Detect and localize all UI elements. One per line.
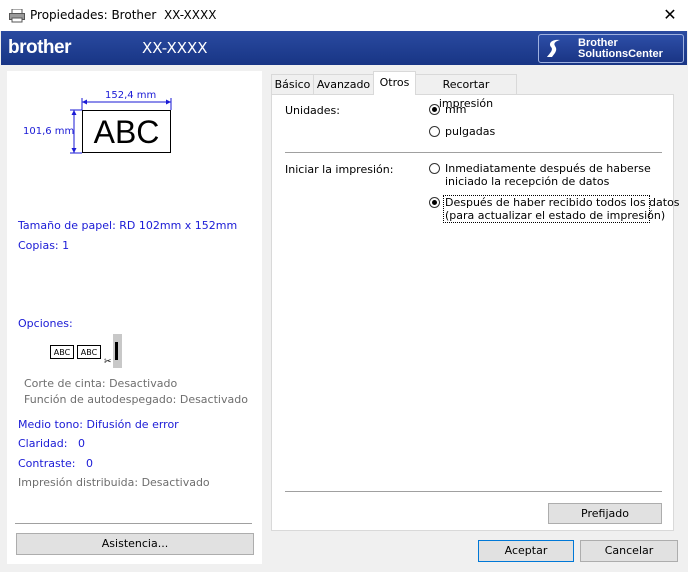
- units-mm-label[interactable]: mm: [445, 103, 466, 116]
- printer-icon: [9, 9, 25, 23]
- tab-panel-otros: [271, 94, 674, 531]
- svg-text:✂: ✂: [104, 357, 112, 367]
- brightness-info: Claridad: 0: [18, 437, 85, 450]
- units-inches-radio[interactable]: [429, 126, 440, 137]
- solutions-center-icon: [547, 39, 560, 57]
- panel-bottom-divider: [285, 491, 662, 492]
- tape-cut-info: Corte de cinta: Desactivado: [24, 377, 178, 390]
- halftone-info: Medio tono: Difusión de error: [18, 418, 179, 431]
- close-icon[interactable]: ✕: [660, 4, 680, 26]
- distributed-print-info: Impresión distribuida: Desactivado: [18, 476, 210, 489]
- tab-otros[interactable]: Otros: [373, 71, 416, 95]
- copies-info: Copias: 1: [18, 239, 70, 252]
- ok-button[interactable]: Aceptar: [478, 540, 574, 562]
- paper-preview-sample: ABC: [82, 110, 171, 153]
- cutter-icon: ✂: [104, 334, 122, 368]
- start-immediately-radio[interactable]: [429, 163, 440, 174]
- auto-peel-info: Función de autodespegado: Desactivado: [24, 393, 248, 406]
- tab-recortar-impresion[interactable]: Recortar impresión: [415, 74, 517, 110]
- units-mm-radio[interactable]: [429, 104, 440, 115]
- option-abc-icon-1: ABC: [50, 345, 74, 359]
- contrast-info: Contraste: 0: [18, 457, 93, 470]
- start-immediately-line2[interactable]: iniciado la recepción de datos: [445, 175, 609, 188]
- solutions-center-line2: SolutionsCenter: [578, 48, 663, 60]
- paper-size-info: Tamaño de papel: RD 102mm x 152mm: [18, 219, 238, 232]
- start-immediately-line1[interactable]: Inmediatamente después de haberse: [445, 162, 651, 175]
- units-label: Unidades:: [285, 104, 340, 117]
- section-divider: [285, 152, 662, 153]
- units-inches-label[interactable]: pulgadas: [445, 125, 495, 138]
- default-button[interactable]: Prefijado: [548, 503, 662, 524]
- start-after-all-data-line2[interactable]: (para actualizar el estado de impresión): [445, 209, 665, 222]
- cancel-button[interactable]: Cancelar: [580, 540, 678, 562]
- window-title: Propiedades: Brother XX-XXXX: [30, 8, 217, 22]
- start-print-label: Iniciar la impresión:: [285, 163, 394, 176]
- options-label: Opciones:: [18, 317, 73, 330]
- help-button[interactable]: Asistencia...: [16, 533, 254, 555]
- model-name: XX-XXXX: [142, 39, 208, 57]
- option-abc-icon-2: ABC: [77, 345, 101, 359]
- start-after-all-data-radio[interactable]: [429, 197, 440, 208]
- paper-width-label: 152,4 mm: [105, 90, 157, 101]
- paper-height-label: 101,6 mm: [23, 126, 75, 137]
- tab-avanzado[interactable]: Avanzado: [313, 74, 374, 94]
- preview-divider: [15, 523, 252, 524]
- tab-basico[interactable]: Básico: [271, 74, 314, 94]
- start-after-all-data-line1[interactable]: Después de haber recibido todos los dato…: [445, 196, 680, 209]
- brand-logo: brother: [8, 37, 72, 58]
